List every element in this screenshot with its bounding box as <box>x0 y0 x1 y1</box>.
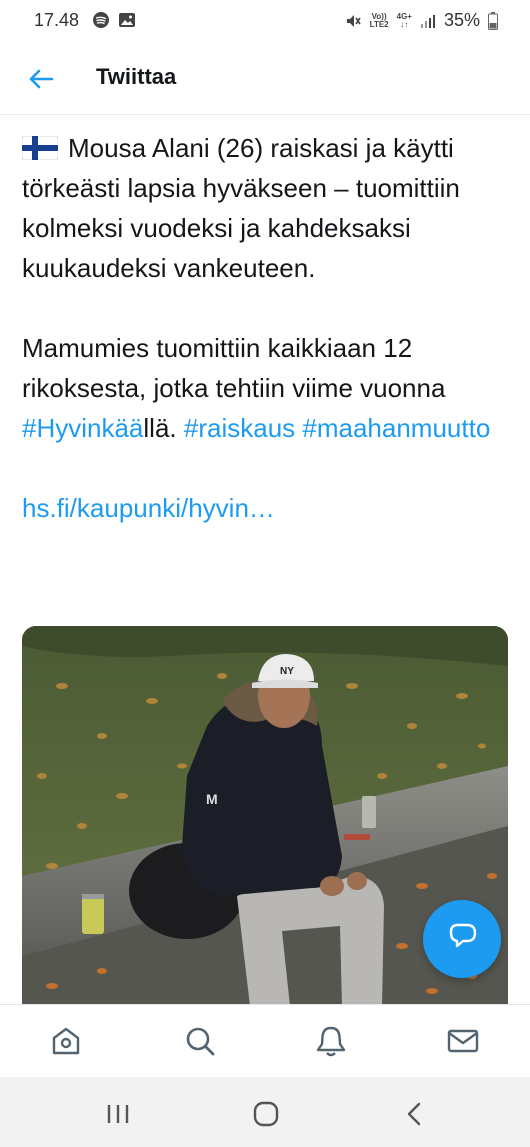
tweet-paragraph-1-text: Mousa Alani (26) raiskasi ja käytti törk… <box>22 133 460 283</box>
jacket-logo-text: M <box>206 791 218 807</box>
hashtag-maahanmuutto[interactable]: #maahanmuutto <box>302 413 490 443</box>
system-nav-bar <box>0 1077 530 1147</box>
spotify-icon <box>93 12 109 28</box>
image-icon <box>119 13 135 27</box>
mute-icon <box>346 14 361 27</box>
network-type: 4G+ ↓↑ <box>396 11 412 29</box>
battery-icon <box>488 11 498 30</box>
search-icon[interactable] <box>182 1023 218 1059</box>
tweet-text: Mousa Alani (26) raiskasi ja käytti törk… <box>22 128 508 528</box>
tweet-paragraph-2: Mamumies tuomittiin kaikkiaan 12 rikokse… <box>22 328 508 448</box>
signal-icon <box>420 14 435 28</box>
status-time: 17.48 <box>34 10 80 30</box>
status-bar: 17.48 Vo)) LTE2 4G+ ↓↑ 35% <box>0 0 530 40</box>
hashtag-raiskaus[interactable]: #raiskaus <box>184 413 295 443</box>
home-icon[interactable] <box>48 1023 84 1059</box>
recent-apps-icon[interactable] <box>103 1099 133 1129</box>
battery-percent: 35% <box>443 10 480 30</box>
article-link[interactable]: hs.fi/kaupunki/hyvin… <box>22 493 275 523</box>
bottom-tab-bar <box>0 1004 530 1078</box>
home-circle-icon[interactable] <box>251 1099 281 1129</box>
tweet-paragraph-1: Mousa Alani (26) raiskasi ja käytti törk… <box>22 128 508 288</box>
hashtag-hyvinkaa[interactable]: #Hyvinkää <box>22 413 143 443</box>
bell-icon[interactable] <box>313 1023 349 1059</box>
cap-logo-text: NY <box>280 666 294 677</box>
tweet-paragraph-2-text: Mamumies tuomittiin kaikkiaan 12 rikokse… <box>22 333 446 403</box>
top-app-bar: Twiittaa <box>0 40 530 115</box>
reply-fab-button[interactable] <box>423 900 501 978</box>
mail-icon[interactable] <box>445 1023 481 1059</box>
compose-reply-icon <box>449 923 477 948</box>
page-title: Twiittaa <box>96 64 177 89</box>
tweet-paragraph-2-suffix: llä. <box>143 413 184 443</box>
finland-flag-icon <box>22 136 58 160</box>
back-arrow-icon[interactable] <box>26 64 56 94</box>
back-chevron-icon[interactable] <box>400 1099 430 1129</box>
network-indicator: Vo)) LTE2 <box>369 11 389 29</box>
